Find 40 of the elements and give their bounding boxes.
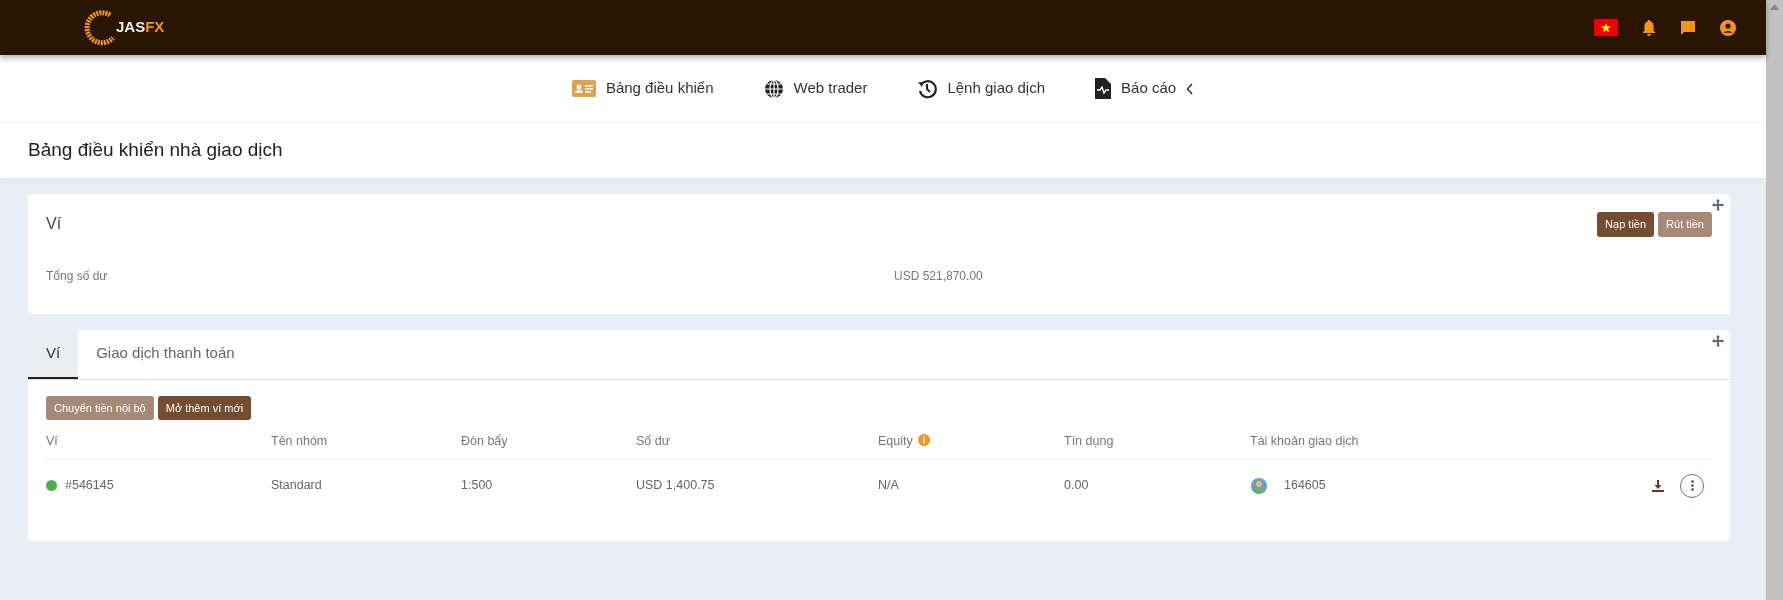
column-header: Tài khoản giao dịch (1250, 434, 1359, 448)
more-icon (1690, 480, 1694, 492)
history-icon (917, 78, 938, 99)
balance-label: Tổng số dư (46, 267, 109, 285)
platform-icon (1250, 476, 1268, 495)
bell-icon[interactable] (1642, 19, 1656, 36)
action-button[interactable]: Mở thêm ví mới (157, 395, 252, 420)
balance-value: USD 521,870.00 (894, 267, 983, 285)
download-icon[interactable] (1652, 479, 1664, 492)
id-card-icon (571, 80, 596, 97)
report-icon (1095, 78, 1112, 99)
nav-item[interactable]: Bảng điều khiển (567, 73, 718, 104)
table-cell-text: #546145 (65, 477, 114, 495)
move-icon[interactable] (1712, 335, 1724, 347)
page-title: Bảng điều khiển nhà giao dịch (0, 122, 1766, 178)
more-button[interactable] (1680, 473, 1704, 498)
table-cell: 0.00 (1064, 478, 1089, 493)
nav-item[interactable]: Lệnh giao dịch (913, 73, 1050, 104)
account-icon[interactable] (1720, 19, 1736, 36)
table-cell: N/A (878, 478, 899, 493)
nav-item[interactable]: Báo cáo (1091, 73, 1199, 104)
column-header: Tên nhóm (271, 434, 328, 448)
nav-item[interactable]: Web trader (759, 73, 872, 104)
column-header: Số dư (636, 434, 671, 448)
chat-icon[interactable] (1680, 19, 1696, 36)
tab[interactable]: Ví (28, 330, 79, 379)
card-title: Ví (46, 214, 62, 234)
logo-text[interactable]: JASFX (116, 16, 165, 39)
column-header: Ví (46, 434, 58, 448)
table-cell-text: 164605 (1284, 477, 1326, 495)
move-icon[interactable] (1712, 199, 1724, 211)
vietnam-flag-icon[interactable] (1594, 19, 1618, 36)
column-header: Đòn bẩy (461, 434, 508, 448)
table-cell: 1:500 (461, 478, 493, 493)
table-cell: USD 1,400.75 (636, 478, 715, 493)
table-cell: Standard (271, 478, 322, 493)
column-header: Equity (878, 434, 913, 448)
column-header: Tín dụng (1064, 434, 1114, 448)
globe-icon (763, 78, 784, 99)
action-button[interactable]: Nạp tiền (1597, 212, 1655, 237)
